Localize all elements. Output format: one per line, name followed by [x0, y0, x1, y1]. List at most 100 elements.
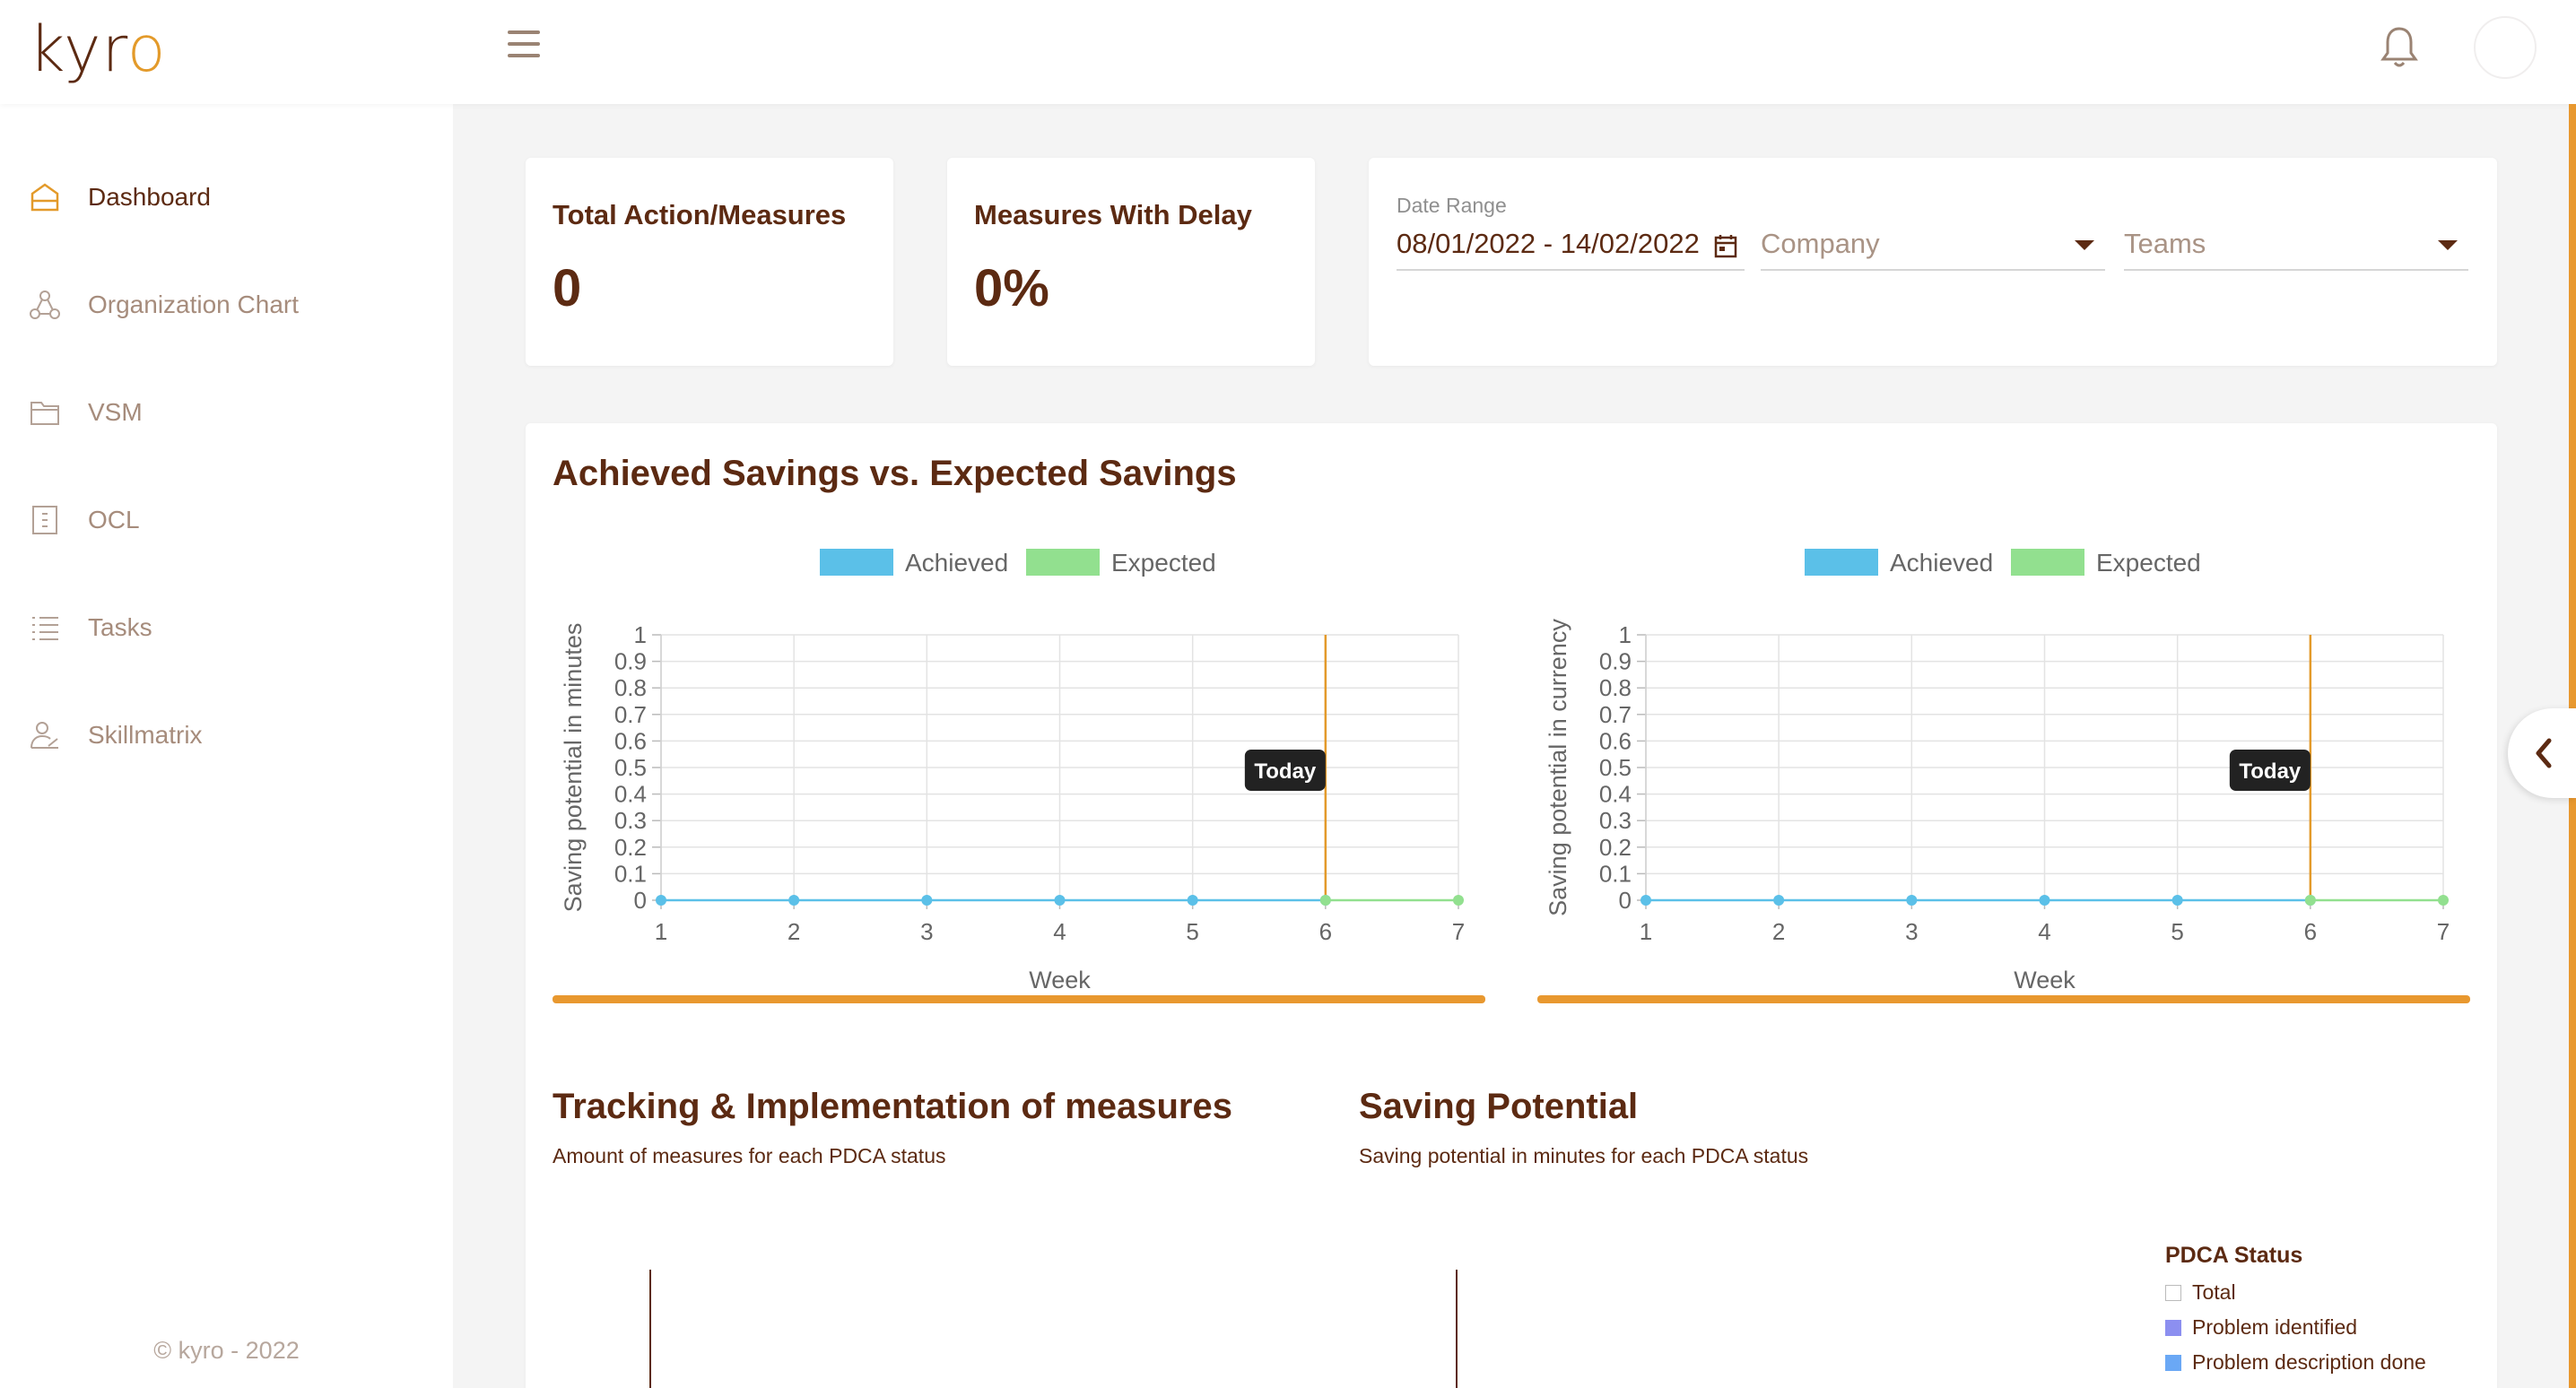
y-tick-label: 0.2 — [1599, 834, 1632, 861]
today-label: Today — [1254, 759, 1317, 784]
tracking-subtitle: Amount of measures for each PDCA status — [553, 1144, 946, 1167]
x-tick-label: 4 — [2038, 918, 2050, 945]
today-label: Today — [2239, 759, 2302, 784]
list-icon — [27, 610, 63, 646]
kyro-logo[interactable]: kyro — [29, 13, 167, 86]
x-tick-label: 1 — [1640, 918, 1652, 945]
legend-swatch — [2165, 1319, 2181, 1336]
pdca-legend-item-total[interactable]: Total — [2165, 1280, 2236, 1305]
sidebar-item-vsm[interactable]: VSM — [27, 386, 422, 439]
legend-label-achieved: Achieved — [905, 549, 1008, 577]
sidebar-item-ocl[interactable]: OCL — [27, 493, 422, 547]
chart-accent-bar — [553, 995, 1485, 1003]
y-axis-title: Saving potential in minutes — [560, 623, 587, 913]
collapse-panel-tab[interactable] — [2508, 708, 2576, 798]
y-tick-label: 0.4 — [614, 781, 647, 808]
pdca-legend-item-problem-identified[interactable]: Problem identified — [2165, 1315, 2357, 1340]
teams-select[interactable]: Teams — [2124, 219, 2468, 271]
y-tick-label: 0.5 — [1599, 754, 1632, 781]
sidebar-item-label: OCL — [88, 506, 140, 534]
data-point-achieved — [1054, 895, 1066, 906]
sidebar-item-label: Tasks — [88, 613, 152, 641]
x-axis-title: Week — [1029, 967, 1091, 993]
chevron-down-icon — [2075, 240, 2094, 250]
potential-chart-axis — [1456, 1270, 1458, 1388]
pdca-legend-title: PDCA Status — [2165, 1243, 2303, 1268]
copyright-text: © kyro - 2022 — [153, 1337, 300, 1364]
savings-minutes-chart: Achieved Expected00.10.20.30.40.50.60.70.… — [560, 549, 1465, 993]
data-point-achieved — [1906, 895, 1918, 906]
legend-swatch-achieved — [820, 549, 893, 576]
legend-swatch-achieved — [1805, 549, 1878, 576]
sidebar-item-label: Skillmatrix — [88, 721, 203, 749]
y-tick-label: 0.1 — [1599, 860, 1632, 887]
date-range-input[interactable]: 08/01/2022 - 14/02/2022 — [1397, 219, 1745, 271]
x-tick-label: 6 — [2304, 918, 2317, 945]
y-tick-label: 0.3 — [1599, 807, 1632, 834]
data-point-expected — [1319, 895, 1331, 906]
x-tick-label: 3 — [920, 918, 933, 945]
legend-label-expected: Expected — [1111, 549, 1216, 577]
sidebar: Dashboard Organization Chart VSM OCL Tas… — [0, 104, 453, 1388]
data-point-achieved — [2171, 895, 2183, 906]
notification-bell-icon[interactable] — [2379, 23, 2420, 70]
chevron-down-icon — [2438, 240, 2458, 250]
kpi-value: 0% — [974, 259, 1049, 317]
legend-swatch — [2165, 1284, 2181, 1301]
sidebar-item-tasks[interactable]: Tasks — [27, 601, 422, 655]
calendar-icon[interactable] — [1714, 233, 1737, 265]
savings-title: Achieved Savings vs. Expected Savings — [553, 454, 1237, 493]
sidebar-item-dashboard[interactable]: Dashboard — [27, 170, 422, 224]
chart-legend: Achieved Expected — [820, 549, 1216, 577]
date-range-label: Date Range — [1397, 194, 1507, 217]
x-tick-label: 7 — [2437, 918, 2450, 945]
tracking-chart-axis — [649, 1270, 651, 1388]
potential-subtitle: Saving potential in minutes for each PDC… — [1359, 1144, 1809, 1167]
company-select[interactable]: Company — [1761, 219, 2105, 271]
sidebar-item-label: VSM — [88, 398, 143, 426]
legend-label-achieved: Achieved — [1890, 549, 1993, 577]
y-tick-label: 0.4 — [1599, 781, 1632, 808]
y-axis-title: Saving potential in currency — [1545, 619, 1571, 916]
legend-label-expected: Expected — [2096, 549, 2201, 577]
pdca-legend-item-problem-description-done[interactable]: Problem description done — [2165, 1350, 2426, 1375]
x-axis-title: Week — [2014, 967, 2076, 993]
y-tick-label: 0.9 — [614, 648, 647, 675]
user-avatar[interactable] — [2474, 16, 2537, 79]
home-icon — [27, 179, 63, 215]
tracking-title: Tracking & Implementation of measures — [553, 1087, 1232, 1126]
chart-legend: Achieved Expected — [1805, 549, 2201, 577]
org-chart-icon — [27, 287, 63, 323]
top-bar: kyro — [0, 0, 2576, 104]
data-point-achieved — [788, 895, 800, 906]
data-point-achieved — [921, 895, 933, 906]
y-tick-label: 1 — [634, 621, 647, 648]
y-tick-label: 0 — [1619, 887, 1632, 914]
data-point-achieved — [1640, 895, 1651, 906]
y-tick-label: 0.3 — [614, 807, 647, 834]
sidebar-item-skillmatrix[interactable]: Skillmatrix — [27, 708, 422, 762]
data-point-expected — [1453, 895, 1464, 906]
kpi-card-total-measures: Total Action/Measures 0 — [526, 158, 893, 366]
data-point-achieved — [656, 895, 666, 906]
menu-toggle-icon[interactable] — [508, 30, 540, 63]
potential-title: Saving Potential — [1359, 1087, 1639, 1126]
y-tick-label: 0.8 — [614, 674, 647, 701]
x-tick-label: 5 — [2171, 918, 2183, 945]
x-tick-label: 1 — [655, 918, 667, 945]
y-tick-label: 0.1 — [614, 860, 647, 887]
y-tick-label: 0.7 — [614, 701, 647, 728]
y-tick-label: 0.6 — [614, 727, 647, 754]
data-point-expected — [2438, 895, 2449, 906]
person-skill-icon — [27, 717, 63, 753]
data-point-achieved — [2039, 895, 2050, 906]
kpi-title: Total Action/Measures — [553, 199, 847, 230]
folder-icon — [27, 395, 63, 430]
x-tick-label: 3 — [1905, 918, 1918, 945]
savings-currency-chart: Achieved Expected00.10.20.30.40.50.60.70.… — [1545, 549, 2450, 993]
x-tick-label: 7 — [1452, 918, 1465, 945]
sidebar-item-organization-chart[interactable]: Organization Chart — [27, 278, 422, 332]
savings-card: Achieved Savings vs. Expected Savings Ac… — [526, 423, 2497, 1388]
data-point-achieved — [1187, 895, 1198, 906]
legend-swatch-expected — [2011, 549, 2084, 576]
